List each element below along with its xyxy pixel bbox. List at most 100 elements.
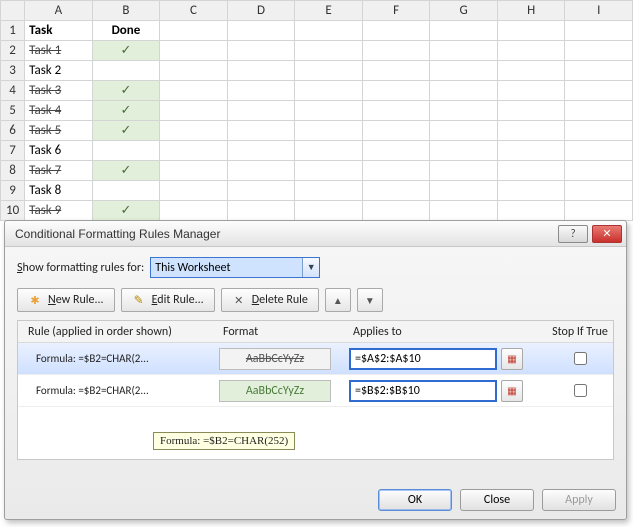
cell[interactable] (497, 101, 565, 121)
applies-to-input[interactable] (349, 380, 497, 402)
cell[interactable] (565, 181, 633, 201)
ok-button[interactable]: OK (378, 489, 452, 511)
cell[interactable]: Task 4 (25, 101, 93, 121)
col-header-h[interactable]: H (497, 1, 565, 21)
cell[interactable] (430, 161, 498, 181)
cell[interactable] (430, 61, 498, 81)
row-header[interactable]: 7 (1, 141, 25, 161)
cell[interactable]: Task 3 (25, 81, 93, 101)
cell[interactable] (160, 81, 228, 101)
row-header[interactable]: 4 (1, 81, 25, 101)
cell[interactable] (565, 141, 633, 161)
stop-if-true-checkbox[interactable] (574, 384, 587, 397)
cell[interactable]: ✓ (92, 201, 160, 221)
close-button[interactable]: Close (460, 489, 534, 511)
cell[interactable] (295, 41, 363, 61)
move-up-button[interactable]: ▲ (325, 288, 351, 312)
cell[interactable] (227, 21, 295, 41)
row-header[interactable]: 9 (1, 181, 25, 201)
stop-if-true-checkbox[interactable] (574, 352, 587, 365)
cell[interactable] (362, 81, 430, 101)
cell[interactable] (362, 181, 430, 201)
cell[interactable]: ✓ (92, 161, 160, 181)
edit-rule-button[interactable]: Edit Rule... (121, 288, 215, 312)
cell[interactable] (295, 141, 363, 161)
cell[interactable] (430, 121, 498, 141)
cell[interactable] (430, 41, 498, 61)
cell[interactable] (227, 41, 295, 61)
dialog-titlebar[interactable]: Conditional Formatting Rules Manager ? ✕ (5, 221, 626, 247)
cell[interactable] (430, 101, 498, 121)
cell[interactable] (160, 181, 228, 201)
cell[interactable]: ✓ (92, 101, 160, 121)
cell[interactable]: ✓ (92, 121, 160, 141)
cell[interactable] (430, 201, 498, 221)
cell[interactable] (497, 121, 565, 141)
cell[interactable] (362, 141, 430, 161)
cell[interactable] (160, 21, 228, 41)
cell[interactable] (227, 161, 295, 181)
cell[interactable] (565, 101, 633, 121)
cell[interactable] (565, 121, 633, 141)
corner-cell[interactable] (1, 1, 25, 21)
cell[interactable] (227, 81, 295, 101)
scope-combobox[interactable]: This Worksheet ▼ (150, 257, 320, 278)
cell[interactable] (295, 81, 363, 101)
cell[interactable]: Task 7 (25, 161, 93, 181)
new-rule-button[interactable]: New Rule... (17, 288, 115, 312)
row-header[interactable]: 5 (1, 101, 25, 121)
cell[interactable]: Task 2 (25, 61, 93, 81)
col-header-b[interactable]: B (92, 1, 160, 21)
cell[interactable]: Task (25, 21, 93, 41)
cell[interactable] (227, 101, 295, 121)
delete-rule-button[interactable]: Delete Rule (221, 288, 319, 312)
row-header[interactable]: 10 (1, 201, 25, 221)
cell[interactable] (565, 61, 633, 81)
cell[interactable] (295, 121, 363, 141)
cell[interactable] (160, 161, 228, 181)
cell[interactable] (362, 41, 430, 61)
cell[interactable]: Task 5 (25, 121, 93, 141)
close-window-button[interactable]: ✕ (592, 225, 622, 243)
cell[interactable] (497, 41, 565, 61)
cell[interactable] (295, 21, 363, 41)
col-header-d[interactable]: D (227, 1, 295, 21)
cell[interactable] (430, 21, 498, 41)
cell[interactable] (362, 201, 430, 221)
cell[interactable] (497, 201, 565, 221)
cell[interactable] (497, 161, 565, 181)
cell[interactable] (160, 121, 228, 141)
chevron-down-icon[interactable]: ▼ (302, 258, 319, 277)
applies-to-input[interactable] (349, 348, 497, 370)
cell[interactable] (362, 61, 430, 81)
cell[interactable] (565, 161, 633, 181)
row-header[interactable]: 6 (1, 121, 25, 141)
cell[interactable] (295, 101, 363, 121)
rule-row[interactable]: Formula: =$B2=CHAR(2... AaBbCcYyZz ▦ (18, 343, 613, 375)
apply-button[interactable]: Apply (542, 489, 616, 511)
range-picker-button[interactable]: ▦ (501, 348, 523, 370)
cell[interactable]: Task 1 (25, 41, 93, 61)
cell[interactable] (565, 81, 633, 101)
col-header-g[interactable]: G (430, 1, 498, 21)
cell[interactable] (227, 141, 295, 161)
col-header-c[interactable]: C (160, 1, 228, 21)
cell[interactable] (160, 61, 228, 81)
cell[interactable] (295, 201, 363, 221)
rule-row[interactable]: Formula: =$B2=CHAR(2... AaBbCcYyZz ▦ (18, 375, 613, 407)
cell[interactable] (430, 81, 498, 101)
cell[interactable] (295, 61, 363, 81)
cell[interactable] (565, 21, 633, 41)
cell[interactable] (227, 181, 295, 201)
range-picker-button[interactable]: ▦ (501, 380, 523, 402)
col-header-e[interactable]: E (295, 1, 363, 21)
cell[interactable] (362, 21, 430, 41)
cell[interactable] (565, 41, 633, 61)
cell[interactable] (227, 61, 295, 81)
cell[interactable] (565, 201, 633, 221)
cell[interactable] (497, 61, 565, 81)
cell[interactable]: Task 6 (25, 141, 93, 161)
cell[interactable] (227, 201, 295, 221)
row-header[interactable]: 2 (1, 41, 25, 61)
cell[interactable] (497, 181, 565, 201)
